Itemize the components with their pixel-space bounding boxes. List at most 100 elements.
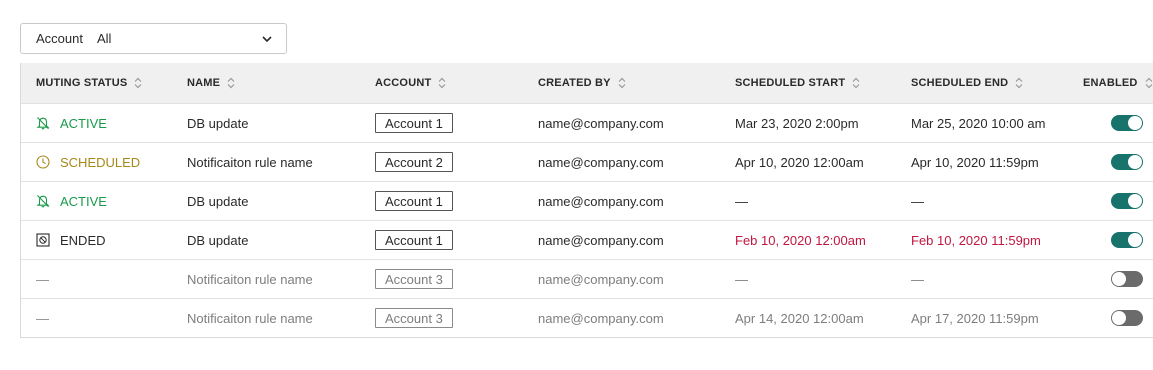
created-by-cell: name@company.com: [538, 182, 664, 220]
scheduled-start-value: Apr 14, 2020 12:00am: [735, 310, 864, 326]
column-header-scheduled-start[interactable]: SCHEDULED START: [735, 63, 860, 103]
toggle-knob: [1128, 116, 1142, 130]
sort-arrows-icon[interactable]: [1015, 77, 1023, 89]
table-body: ACTIVE DB update Account 1 name@company.…: [21, 103, 1153, 337]
account-cell: Account 3: [375, 299, 453, 337]
muting-status-cell: ACTIVE: [36, 182, 107, 220]
scheduled-end-value: Apr 17, 2020 11:59pm: [911, 310, 1039, 326]
column-header-label: SCHEDULED END: [911, 77, 1009, 89]
scheduled-end-value: Apr 10, 2020 11:59pm: [911, 154, 1039, 170]
column-header-muting-status[interactable]: MUTING STATUS: [36, 63, 142, 103]
sort-arrows-icon[interactable]: [618, 77, 626, 89]
account-tag: Account 3: [375, 269, 453, 289]
scheduled-start-cell: Apr 10, 2020 12:00am: [735, 143, 864, 181]
muting-status-label: SCHEDULED: [60, 154, 141, 170]
sort-arrows-icon[interactable]: [227, 77, 235, 89]
enabled-cell: [1111, 260, 1143, 298]
account-cell: Account 1: [375, 182, 453, 220]
sort-arrows-icon[interactable]: [134, 77, 142, 89]
scheduled-end-cell: Mar 25, 2020 10:00 am: [911, 104, 1045, 142]
chevron-down-icon: [262, 34, 272, 44]
created-by-email: name@company.com: [538, 115, 664, 131]
scheduled-end-value: —: [911, 271, 924, 287]
table-row[interactable]: ACTIVE DB update Account 1 name@company.…: [21, 103, 1153, 142]
ended-square-icon: [36, 233, 50, 247]
rule-name: DB update: [187, 232, 249, 248]
bell-off-icon: [36, 194, 50, 208]
column-header-scheduled-end[interactable]: SCHEDULED END: [911, 63, 1023, 103]
scheduled-end-value: Feb 10, 2020 11:59pm: [911, 232, 1041, 248]
scheduled-start-cell: —: [735, 260, 748, 298]
column-header-label: ENABLED: [1083, 77, 1138, 89]
scheduled-end-cell: —: [911, 182, 924, 220]
muting-status-cell: ENDED: [36, 221, 106, 259]
rule-name-cell: Notificaiton rule name: [187, 143, 313, 181]
scheduled-start-value: —: [735, 271, 748, 287]
sort-arrows-icon[interactable]: [438, 77, 446, 89]
account-filter-dropdown[interactable]: Account All: [20, 23, 287, 54]
scheduled-end-cell: Apr 10, 2020 11:59pm: [911, 143, 1039, 181]
table-row[interactable]: ENDED DB update Account 1 name@company.c…: [21, 220, 1153, 259]
created-by-email: name@company.com: [538, 154, 664, 170]
rule-name-cell: DB update: [187, 104, 248, 142]
column-header-account[interactable]: ACCOUNT: [375, 63, 446, 103]
rule-name-cell: DB update: [187, 221, 248, 259]
toggle-knob: [1128, 233, 1142, 247]
scheduled-end-value: Mar 25, 2020 10:00 am: [911, 115, 1046, 131]
scheduled-end-value: —: [911, 193, 924, 209]
enabled-toggle[interactable]: [1111, 115, 1143, 131]
column-header-label: ACCOUNT: [375, 77, 432, 89]
table-row[interactable]: — Notificaiton rule name Account 3 name@…: [21, 298, 1153, 337]
account-filter-value: All: [96, 31, 112, 46]
scheduled-end-cell: Feb 10, 2020 11:59pm: [911, 221, 1041, 259]
column-header-created-by[interactable]: CREATED BY: [538, 63, 626, 103]
muting-status-cell: —: [36, 260, 49, 298]
account-tag: Account 1: [375, 113, 453, 133]
muting-status-label: ACTIVE: [60, 115, 107, 131]
created-by-email: name@company.com: [538, 193, 664, 209]
enabled-cell: [1111, 299, 1143, 337]
column-header-label: MUTING STATUS: [36, 77, 128, 89]
created-by-email: name@company.com: [538, 271, 664, 287]
created-by-email: name@company.com: [538, 310, 664, 326]
account-cell: Account 1: [375, 104, 453, 142]
column-header-name[interactable]: NAME: [187, 63, 235, 103]
muting-status-label: —: [36, 271, 49, 287]
table-row[interactable]: — Notificaiton rule name Account 3 name@…: [21, 259, 1153, 298]
scheduled-start-value: Feb 10, 2020 12:00am: [735, 232, 866, 248]
sort-arrows-icon[interactable]: [852, 77, 860, 89]
enabled-toggle[interactable]: [1111, 271, 1143, 287]
bell-off-icon: [36, 116, 50, 130]
rule-name: DB update: [187, 193, 249, 209]
account-filter-label: Account: [36, 31, 83, 46]
created-by-cell: name@company.com: [538, 143, 664, 181]
muting-status-label: ACTIVE: [60, 193, 107, 209]
muting-status-cell: —: [36, 299, 49, 337]
scheduled-start-value: Apr 10, 2020 12:00am: [735, 154, 864, 170]
scheduled-end-cell: —: [911, 260, 924, 298]
account-tag: Account 1: [375, 191, 453, 211]
account-cell: Account 1: [375, 221, 453, 259]
table-row[interactable]: ACTIVE DB update Account 1 name@company.…: [21, 181, 1153, 220]
toggle-knob: [1112, 311, 1126, 325]
rule-name-cell: DB update: [187, 182, 248, 220]
enabled-toggle[interactable]: [1111, 154, 1143, 170]
scheduled-end-cell: Apr 17, 2020 11:59pm: [911, 299, 1039, 337]
account-cell: Account 3: [375, 260, 453, 298]
rule-name: DB update: [187, 115, 249, 131]
enabled-toggle[interactable]: [1111, 232, 1143, 248]
column-header-label: SCHEDULED START: [735, 77, 846, 89]
account-tag: Account 2: [375, 152, 453, 172]
account-tag: Account 1: [375, 230, 453, 250]
rule-name-cell: Notificaiton rule name: [187, 299, 313, 337]
enabled-toggle[interactable]: [1111, 310, 1143, 326]
muting-status-label: —: [36, 310, 49, 326]
enabled-cell: [1111, 104, 1143, 142]
scheduled-start-cell: Apr 14, 2020 12:00am: [735, 299, 864, 337]
sort-arrows-icon[interactable]: [1145, 77, 1153, 89]
column-header-enabled[interactable]: ENABLED: [1083, 63, 1153, 103]
table-row[interactable]: SCHEDULED Notificaiton rule name Account…: [21, 142, 1153, 181]
scheduled-start-value: Mar 23, 2020 2:00pm: [735, 115, 859, 131]
enabled-cell: [1111, 221, 1143, 259]
enabled-toggle[interactable]: [1111, 193, 1143, 209]
